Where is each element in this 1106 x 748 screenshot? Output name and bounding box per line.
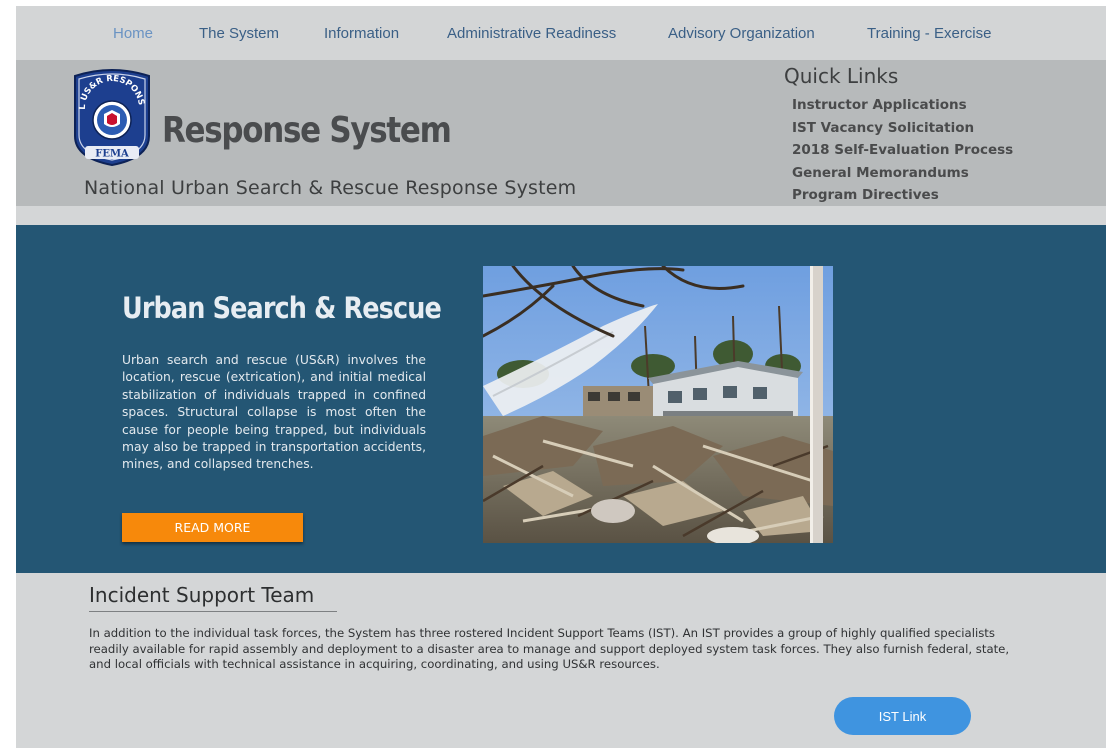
site-header: NATIONAL US&R RESPONSE SYSTEM FEMA Respo… xyxy=(16,60,1106,206)
page: Home The System Information Administrati… xyxy=(16,6,1106,748)
nav-administrative-readiness[interactable]: Administrative Readiness xyxy=(447,25,616,42)
hero-description: Urban search and rescue (US&R) involves … xyxy=(122,353,426,472)
nav-home[interactable]: Home xyxy=(113,25,153,42)
quick-link-program-directives[interactable]: Program Directives xyxy=(792,184,1013,207)
ist-heading: Incident Support Team xyxy=(89,583,315,607)
nav-information[interactable]: Information xyxy=(324,25,399,42)
brand-title: Response System xyxy=(162,110,452,151)
quick-link-instructor-applications[interactable]: Instructor Applications xyxy=(792,94,1013,117)
nav-training-exercise[interactable]: Training - Exercise xyxy=(867,25,991,42)
logo-fema-text: FEMA xyxy=(95,149,129,160)
usar-patch-logo[interactable]: NATIONAL US&R RESPONSE SYSTEM FEMA xyxy=(71,68,153,166)
site-subtitle: National Urban Search & Rescue Response … xyxy=(84,177,577,199)
quick-links-list: Instructor Applications IST Vacancy Soli… xyxy=(792,94,1013,207)
read-more-button[interactable]: READ MORE xyxy=(122,513,303,542)
hero-title: Urban Search & Rescue xyxy=(122,291,442,325)
quick-link-general-memorandums[interactable]: General Memorandums xyxy=(792,162,1013,185)
nav-advisory-organization[interactable]: Advisory Organization xyxy=(668,25,815,42)
ist-heading-underline xyxy=(89,611,337,612)
ist-link-button[interactable]: IST Link xyxy=(834,697,971,735)
ist-description: In addition to the individual task force… xyxy=(89,626,1010,671)
quick-links-heading: Quick Links xyxy=(784,64,899,88)
hero-section: Urban Search & Rescue Urban search and r… xyxy=(16,225,1106,573)
top-navigation: Home The System Information Administrati… xyxy=(16,6,1106,60)
quick-link-ist-vacancy[interactable]: IST Vacancy Solicitation xyxy=(792,117,1013,140)
hurricane-debris-photo xyxy=(483,266,833,543)
quick-link-self-evaluation[interactable]: 2018 Self-Evaluation Process xyxy=(792,139,1013,162)
nav-the-system[interactable]: The System xyxy=(199,25,279,42)
